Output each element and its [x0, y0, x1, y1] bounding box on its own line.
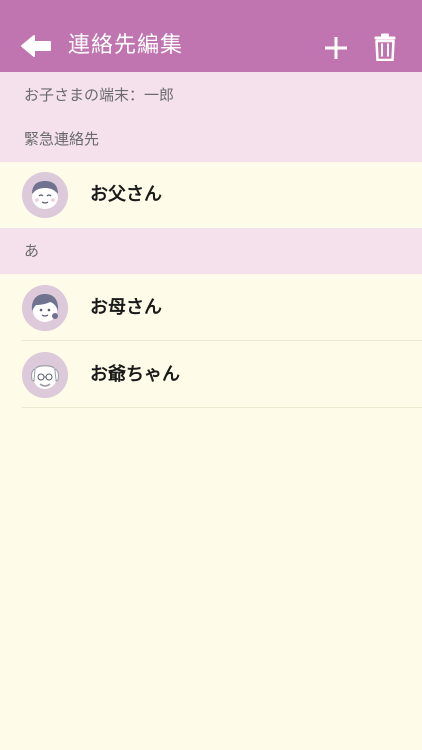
mother-avatar-icon	[22, 285, 68, 331]
device-info-bar: お子さまの端末：一郎	[0, 72, 422, 118]
avatar	[22, 352, 68, 398]
section-label: あ	[24, 242, 40, 260]
section-label: 緊急連絡先	[24, 130, 100, 148]
arrow-left-icon	[21, 35, 51, 57]
plus-icon	[325, 37, 347, 59]
contact-name: お爺ちゃん	[90, 364, 180, 385]
section-header-a: あ	[0, 228, 422, 274]
row-divider	[22, 407, 422, 408]
row-divider	[22, 340, 422, 341]
grandfather-avatar-icon	[22, 352, 68, 398]
contact-name: お父さん	[90, 184, 162, 205]
contact-row-father[interactable]: お父さん	[0, 162, 422, 228]
back-button[interactable]	[20, 34, 54, 58]
device-label: お子さまの端末：一郎	[24, 86, 175, 104]
delete-button[interactable]	[374, 33, 396, 62]
page-title: 連絡先編集	[68, 33, 184, 58]
app-header: 連絡先編集	[0, 0, 422, 72]
contact-row-grandfather[interactable]: お爺ちゃん	[0, 342, 422, 408]
contact-name: お母さん	[90, 297, 162, 318]
section-header-emergency: 緊急連絡先	[0, 118, 422, 162]
avatar	[22, 172, 68, 218]
trash-icon	[374, 33, 396, 62]
avatar	[22, 285, 68, 331]
father-avatar-icon	[22, 172, 68, 218]
add-contact-button[interactable]	[324, 36, 348, 60]
contact-row-mother[interactable]: お母さん	[0, 275, 422, 341]
